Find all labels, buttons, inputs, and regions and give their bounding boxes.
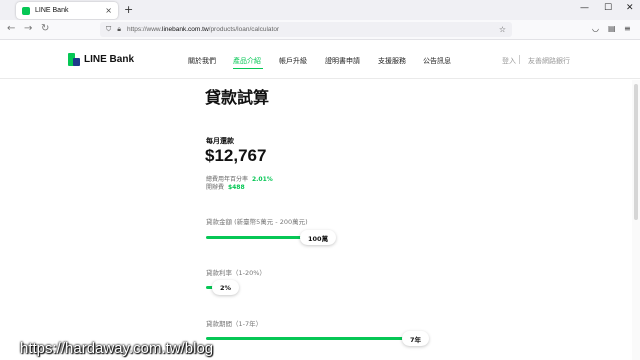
brand-name: LINE Bank bbox=[84, 54, 135, 65]
close-tab-icon[interactable]: × bbox=[105, 6, 112, 15]
loan-period-label: 貸款期間（1-7年） bbox=[206, 320, 263, 328]
menu-announcements[interactable]: 公告訊息 bbox=[423, 56, 451, 66]
interest-rate-label: 貸款利率（1-20%） bbox=[206, 269, 266, 277]
lock-icon[interactable]: 🔒︎ bbox=[117, 25, 121, 34]
apr-value: 2.01% bbox=[251, 176, 273, 183]
bookmark-star-icon[interactable]: ☆ bbox=[499, 25, 506, 34]
loan-period-slider[interactable]: 7年 bbox=[206, 331, 430, 347]
address-bar[interactable]: ⛉ 🔒︎ https://www.linebank.com.tw/product… bbox=[100, 22, 512, 37]
page-scrollbar-thumb[interactable] bbox=[634, 84, 638, 220]
interest-rate-slider-thumb[interactable]: 2% bbox=[212, 280, 240, 295]
line-bank-logo-icon bbox=[68, 53, 80, 66]
site-header: LINE Bank 關於我們 產品介紹 帳戶升級 證明書申請 支援服務 公告訊息… bbox=[0, 41, 640, 79]
monthly-payment-label: 每月還款 bbox=[206, 137, 234, 145]
new-tab-button[interactable]: + bbox=[124, 3, 133, 16]
internet-banking-link[interactable]: 友善網路銀行 bbox=[528, 56, 570, 66]
loan-period-slider-fill bbox=[206, 337, 406, 340]
back-button[interactable]: ← bbox=[7, 23, 15, 34]
tab-title: LINE Bank bbox=[35, 7, 69, 14]
browser-tab[interactable]: LINE Bank × bbox=[16, 2, 118, 19]
header-divider bbox=[519, 55, 520, 64]
pocket-icon[interactable]: ◡ bbox=[592, 24, 599, 33]
loan-amount-slider[interactable]: 100萬 bbox=[206, 230, 426, 246]
sidebar-icon[interactable]: ▤ bbox=[608, 24, 616, 33]
shield-icon[interactable]: ⛉ bbox=[106, 25, 111, 34]
fee-line: 開辦費 $488 bbox=[206, 182, 245, 191]
menu-about[interactable]: 關於我們 bbox=[188, 56, 216, 66]
browser-toolbar: ← → ↻ ⛉ 🔒︎ https://www.linebank.com.tw/p… bbox=[0, 20, 640, 40]
watermark-text: https://hardaway.com.tw/blog bbox=[20, 340, 214, 357]
reload-button[interactable]: ↻ bbox=[41, 23, 49, 34]
url-text[interactable]: https://www.linebank.com.tw/products/loa… bbox=[127, 26, 499, 33]
close-window-button[interactable]: ✕ bbox=[626, 3, 634, 13]
line-bank-favicon-icon bbox=[22, 6, 30, 15]
loan-period-slider-thumb[interactable]: 7年 bbox=[402, 331, 430, 346]
loan-amount-slider-fill bbox=[206, 236, 304, 239]
menu-products[interactable]: 產品介紹 bbox=[233, 56, 261, 66]
loan-amount-slider-thumb[interactable]: 100萬 bbox=[300, 230, 337, 245]
maximize-button[interactable]: ☐ bbox=[604, 3, 612, 13]
browser-tab-bar: LINE Bank × + — ☐ ✕ bbox=[0, 0, 640, 20]
active-menu-underline bbox=[233, 68, 263, 69]
forward-button[interactable]: → bbox=[24, 23, 32, 34]
menu-icon[interactable]: ≡ bbox=[624, 24, 631, 33]
menu-certificate[interactable]: 證明書申請 bbox=[325, 56, 360, 66]
interest-rate-slider[interactable]: 2% bbox=[206, 280, 426, 296]
page-title: 貸款試算 bbox=[205, 88, 270, 107]
loan-amount-label: 貸款金額 (新臺幣5萬元 - 200萬元) bbox=[206, 218, 308, 226]
fee-value: $488 bbox=[227, 184, 245, 191]
minimize-button[interactable]: — bbox=[580, 3, 589, 13]
menu-support[interactable]: 支援服務 bbox=[378, 56, 406, 66]
fee-label: 開辦費 bbox=[206, 184, 225, 191]
monthly-payment-amount: $12,767 bbox=[205, 146, 267, 165]
line-bank-logo[interactable]: LINE Bank bbox=[68, 53, 134, 66]
login-link[interactable]: 登入 bbox=[502, 56, 516, 66]
menu-account-upgrade[interactable]: 帳戶升級 bbox=[279, 56, 307, 66]
